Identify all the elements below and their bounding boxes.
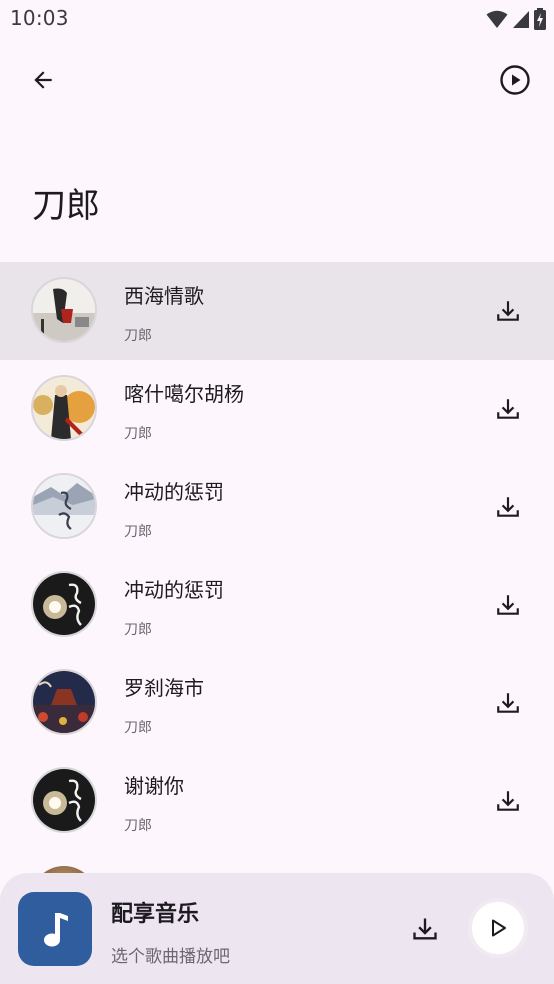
song-row[interactable]: 罗刹海市 刀郎 (0, 654, 554, 752)
song-artist: 刀郎 (124, 622, 152, 638)
album-cover (31, 473, 97, 539)
cover-xihai (33, 279, 95, 341)
play-icon (492, 919, 506, 937)
mini-play-button[interactable] (468, 898, 528, 958)
cover-kashi (33, 377, 95, 439)
cover-luosha (33, 671, 95, 733)
app-screen: 10:03 刀郎 西海情歌 刀郎 喀什噶尔胡杨 刀郎 冲动的惩罚 刀郎 冲动的惩… (0, 0, 554, 984)
signal-icon (513, 11, 529, 28)
song-artist: 刀郎 (124, 818, 152, 834)
download-button[interactable] (493, 786, 523, 816)
song-title: 冲动的惩罚 (124, 480, 224, 504)
song-row[interactable]: 喀什噶尔胡杨 刀郎 (0, 360, 554, 458)
cover-chongdong-white (33, 475, 95, 537)
song-artist: 刀郎 (124, 524, 152, 540)
download-icon (413, 918, 437, 940)
download-icon (497, 301, 519, 321)
mini-player-title: 配享音乐 (111, 902, 200, 927)
mini-download-button[interactable] (407, 911, 443, 947)
download-button[interactable] (493, 492, 523, 522)
song-list: 西海情歌 刀郎 喀什噶尔胡杨 刀郎 冲动的惩罚 刀郎 冲动的惩罚 刀郎 罗刹海市… (0, 262, 554, 850)
song-artist: 刀郎 (124, 328, 152, 344)
song-title: 西海情歌 (124, 284, 204, 308)
download-button[interactable] (493, 296, 523, 326)
download-icon (497, 693, 519, 713)
music-note-icon (44, 913, 68, 947)
now-playing-art (18, 892, 92, 966)
album-cover (31, 277, 97, 343)
arrow-left-icon (34, 71, 52, 89)
song-title: 谢谢你 (124, 774, 184, 798)
song-artist: 刀郎 (124, 720, 152, 736)
play-circle-icon (500, 65, 530, 95)
mini-player[interactable]: 配享音乐 选个歌曲播放吧 (0, 873, 554, 984)
album-cover (31, 669, 97, 735)
song-row[interactable]: 谢谢你 刀郎 (0, 752, 554, 850)
song-row[interactable]: 冲动的惩罚 刀郎 (0, 556, 554, 654)
status-icons (486, 8, 546, 30)
song-title: 喀什噶尔胡杨 (124, 382, 244, 406)
album-cover (31, 767, 97, 833)
download-button[interactable] (493, 688, 523, 718)
play-all-button[interactable] (494, 59, 536, 101)
album-cover (31, 571, 97, 637)
page-title: 刀郎 (32, 186, 100, 226)
song-title: 罗刹海市 (124, 676, 204, 700)
wifi-icon (486, 10, 508, 28)
song-row[interactable]: 冲动的惩罚 刀郎 (0, 458, 554, 556)
status-bar: 10:03 (0, 0, 554, 40)
status-time: 10:03 (10, 6, 69, 30)
download-button[interactable] (493, 394, 523, 424)
download-button[interactable] (493, 590, 523, 620)
battery-icon (534, 8, 546, 30)
song-row[interactable]: 西海情歌 刀郎 (0, 262, 554, 360)
download-icon (497, 595, 519, 615)
download-icon (497, 497, 519, 517)
cover-chongdong-black (33, 573, 95, 635)
download-icon (497, 399, 519, 419)
back-button[interactable] (22, 59, 64, 101)
cover-xiexie (33, 769, 95, 831)
mini-player-subtitle: 选个歌曲播放吧 (111, 947, 230, 967)
song-artist: 刀郎 (124, 426, 152, 442)
album-cover (31, 375, 97, 441)
song-title: 冲动的惩罚 (124, 578, 224, 602)
download-icon (497, 791, 519, 811)
